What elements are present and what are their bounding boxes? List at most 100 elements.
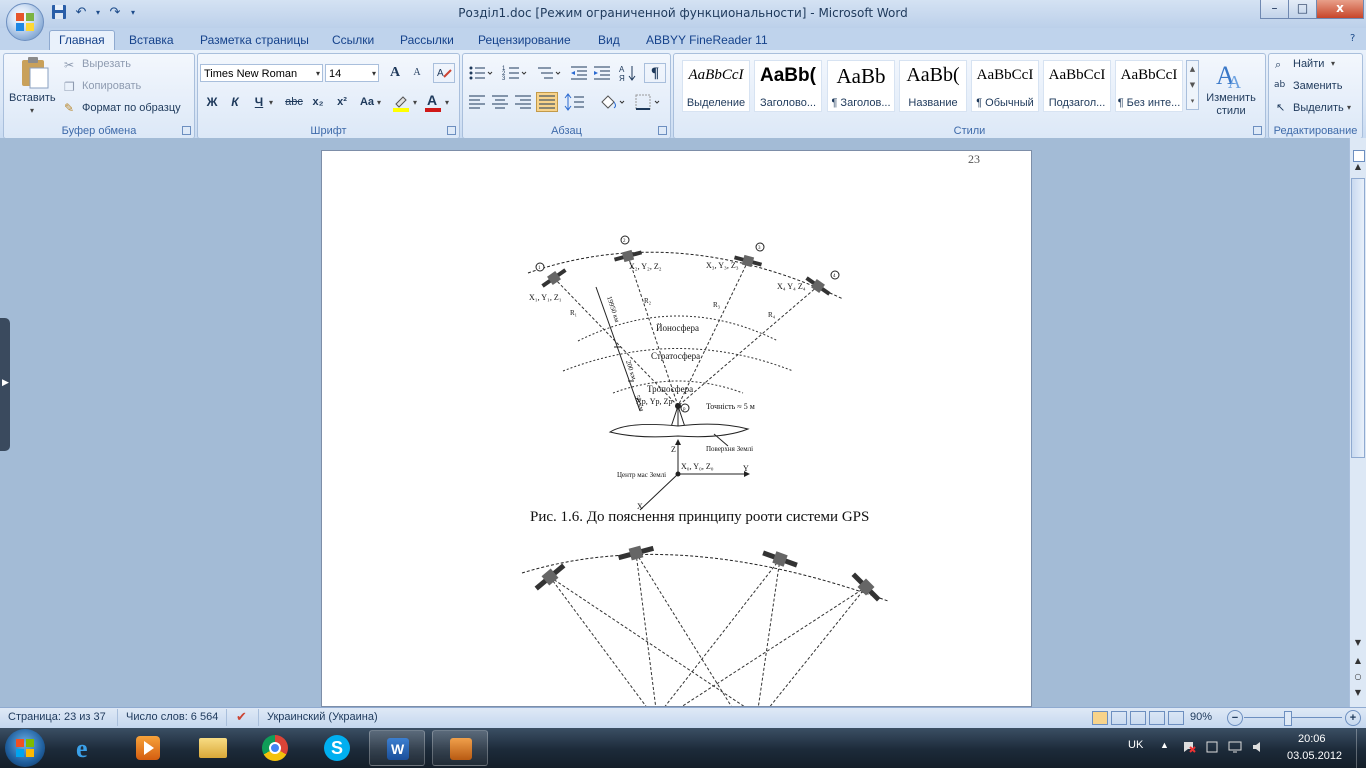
draft-icon[interactable] <box>1168 711 1184 725</box>
page-indicator[interactable]: Страница: 23 из 37 <box>8 711 106 723</box>
save-icon[interactable] <box>50 4 68 22</box>
style-no-spacing[interactable]: AaBbCcI ¶ Без инте... <box>1115 60 1183 112</box>
styles-scroll[interactable]: ▲ ▼ ▾ <box>1186 60 1199 110</box>
ruler-toggle-icon[interactable] <box>1353 150 1365 162</box>
grow-font-button[interactable]: A <box>384 63 406 83</box>
tab-abbyy[interactable]: ABBYY FineReader 11 <box>637 31 777 50</box>
underline-button[interactable]: Ч <box>248 92 270 112</box>
tab-insert[interactable]: Вставка <box>120 31 183 50</box>
font-family-combo[interactable]: Times New Roman ▾ <box>200 64 323 82</box>
taskbar-ie[interactable]: e <box>62 730 118 766</box>
next-page-icon[interactable]: ▼ <box>1350 688 1366 700</box>
zoom-slider-thumb[interactable] <box>1284 711 1292 726</box>
bold-button[interactable]: Ж <box>201 92 223 112</box>
outline-icon[interactable] <box>1149 711 1165 725</box>
line-spacing-icon[interactable] <box>564 92 590 112</box>
volume-icon[interactable] <box>1252 740 1266 754</box>
align-left-icon[interactable] <box>467 92 487 112</box>
tab-home[interactable]: Главная <box>49 30 115 50</box>
style-subtitle[interactable]: AaBbCcI Подзагол... <box>1043 60 1111 112</box>
style-normal[interactable]: AaBbCcI ¶ Обычный <box>971 60 1039 112</box>
sort-icon[interactable]: AЯ <box>618 63 638 83</box>
tab-page-layout[interactable]: Разметка страницы <box>191 31 318 50</box>
full-screen-reading-icon[interactable] <box>1111 711 1127 725</box>
change-case-button[interactable]: Aa <box>356 92 378 112</box>
office-button[interactable] <box>6 3 44 41</box>
borders-icon[interactable] <box>633 92 663 112</box>
multilevel-list-icon[interactable] <box>535 63 563 83</box>
shading-icon[interactable] <box>598 92 628 112</box>
paragraph-launcher-icon[interactable] <box>658 126 667 135</box>
font-color-button[interactable]: A <box>423 92 443 112</box>
show-hidden-icons[interactable]: ▲ <box>1160 740 1169 750</box>
clipboard-launcher-icon[interactable] <box>182 126 191 135</box>
minimize-button[interactable]: – <box>1260 0 1289 19</box>
superscript-button[interactable]: x² <box>331 92 353 112</box>
undo-dropdown-icon[interactable]: ▾ <box>94 4 102 22</box>
taskbar-abbyy[interactable] <box>432 730 488 766</box>
show-desktop-button[interactable] <box>1356 729 1366 768</box>
tab-references[interactable]: Ссылки <box>323 31 383 50</box>
copy-button[interactable]: Копировать <box>82 80 141 92</box>
device-icon[interactable] <box>1205 740 1219 754</box>
clock-date[interactable]: 03.05.2012 <box>1287 750 1342 762</box>
style-heading-2[interactable]: AaBb ¶ Заголов... <box>827 60 895 112</box>
change-styles-button[interactable]: Изменить стили <box>1203 92 1259 118</box>
align-right-icon[interactable] <box>513 92 533 112</box>
language-indicator[interactable]: Украинский (Украина) <box>267 711 378 723</box>
start-button[interactable] <box>5 729 45 767</box>
style-emphasis[interactable]: AaBbCcI Выделение <box>682 60 750 112</box>
shrink-font-button[interactable]: A <box>406 63 428 83</box>
find-button[interactable]: Найти <box>1293 58 1324 70</box>
proofing-icon[interactable]: ✔ <box>236 709 247 725</box>
help-icon[interactable]: ? <box>1350 33 1355 44</box>
action-center-icon[interactable] <box>1182 740 1196 754</box>
sidebar-handle[interactable]: ▶ <box>0 318 10 451</box>
select-button[interactable]: Выделить <box>1293 102 1344 114</box>
close-button[interactable]: x <box>1316 0 1364 19</box>
strikethrough-button[interactable]: abc <box>283 92 305 112</box>
highlight-dropdown-icon[interactable]: ▾ <box>413 98 417 107</box>
input-language[interactable]: UK <box>1128 739 1143 751</box>
clock-time[interactable]: 20:06 <box>1298 733 1326 745</box>
underline-dropdown-icon[interactable]: ▾ <box>269 98 273 107</box>
taskbar-skype[interactable]: S <box>309 730 365 766</box>
network-icon[interactable] <box>1228 740 1242 754</box>
web-layout-icon[interactable] <box>1130 711 1146 725</box>
redo-icon[interactable]: ↷ <box>106 4 124 22</box>
style-heading-1[interactable]: AaBb( Заголово... <box>754 60 822 112</box>
maximize-button[interactable]: □ <box>1288 0 1317 19</box>
zoom-in-button[interactable]: + <box>1345 710 1361 726</box>
cut-button[interactable]: Вырезать <box>82 58 131 70</box>
zoom-out-button[interactable]: − <box>1227 710 1243 726</box>
tab-mailings[interactable]: Рассылки <box>391 31 463 50</box>
taskbar-word[interactable]: W <box>369 730 425 766</box>
taskbar-explorer[interactable] <box>185 730 241 766</box>
taskbar-media-player[interactable] <box>120 730 176 766</box>
paste-icon[interactable] <box>18 56 52 90</box>
numbering-icon[interactable]: 123 <box>501 63 529 83</box>
font-launcher-icon[interactable] <box>447 126 456 135</box>
change-case-dropdown-icon[interactable]: ▾ <box>377 98 381 107</box>
clear-format-icon[interactable]: A <box>433 63 455 83</box>
tab-review[interactable]: Рецензирование <box>469 31 580 50</box>
print-layout-icon[interactable] <box>1092 711 1108 725</box>
style-title[interactable]: AaBb( Название <box>899 60 967 112</box>
customize-qat-icon[interactable]: ▾ <box>128 4 138 22</box>
styles-launcher-icon[interactable] <box>1253 126 1262 135</box>
italic-button[interactable]: К <box>224 92 246 112</box>
change-styles-icon[interactable]: AA <box>1214 58 1246 92</box>
paste-dropdown-icon[interactable]: ▾ <box>30 106 34 115</box>
find-dropdown-icon[interactable]: ▾ <box>1331 59 1335 68</box>
taskbar-chrome[interactable] <box>247 730 303 766</box>
replace-button[interactable]: Заменить <box>1293 80 1342 92</box>
word-count[interactable]: Число слов: 6 564 <box>126 711 218 723</box>
font-size-combo[interactable]: 14 ▾ <box>325 64 379 82</box>
increase-indent-icon[interactable] <box>592 63 612 83</box>
paste-button[interactable]: Вставить <box>9 92 56 104</box>
document-page[interactable]: 23 1 2 3 4 X₁, Y₁, Z₁ X₂, Y₂, Z₂ X₃, Y₃,… <box>321 150 1032 707</box>
decrease-indent-icon[interactable] <box>569 63 589 83</box>
format-painter-button[interactable]: Формат по образцу <box>82 102 181 114</box>
justify-icon[interactable] <box>536 92 558 112</box>
undo-icon[interactable]: ↶ <box>72 4 90 22</box>
